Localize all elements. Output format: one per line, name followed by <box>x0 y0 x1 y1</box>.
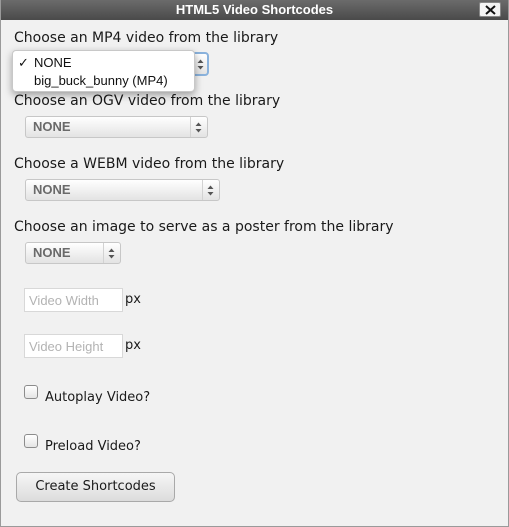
mp4-option-none[interactable]: NONE <box>34 55 72 70</box>
select-arrows-icon <box>190 117 207 137</box>
mp4-dropdown-menu: ✓ NONE big_buck_bunny (MP4) <box>12 50 195 92</box>
preload-checkbox[interactable] <box>24 434 38 448</box>
webm-label: Choose a WEBM video from the library <box>14 156 285 172</box>
mp4-label: Choose an MP4 video from the library <box>14 30 279 46</box>
close-icon <box>485 5 496 15</box>
poster-select-value: NONE <box>33 245 71 260</box>
preload-label: Preload Video? <box>45 439 141 454</box>
select-arrows-icon <box>202 180 219 200</box>
width-unit-label: px <box>125 292 141 307</box>
webm-select[interactable]: NONE <box>25 179 220 201</box>
select-arrows-icon <box>197 59 204 70</box>
create-shortcodes-button[interactable]: Create Shortcodes <box>16 472 175 502</box>
webm-select-value: NONE <box>33 182 71 197</box>
video-width-input[interactable] <box>24 288 123 312</box>
dialog-window: HTML5 Video Shortcodes Choose an MP4 vid… <box>0 0 509 527</box>
close-button[interactable] <box>479 2 501 17</box>
poster-select[interactable]: NONE <box>25 242 121 264</box>
autoplay-label: Autoplay Video? <box>45 390 151 405</box>
autoplay-checkbox[interactable] <box>24 385 38 399</box>
ogv-select-value: NONE <box>33 119 71 134</box>
height-unit-label: px <box>125 338 141 353</box>
ogv-label: Choose an OGV video from the library <box>14 93 281 109</box>
video-height-input[interactable] <box>24 334 123 358</box>
title-bar: HTML5 Video Shortcodes <box>1 0 508 20</box>
select-arrows-icon <box>103 243 120 263</box>
poster-label: Choose an image to serve as a poster fro… <box>14 219 394 235</box>
mp4-option-big-buck-bunny[interactable]: big_buck_bunny (MP4) <box>34 73 168 88</box>
dialog-title: HTML5 Video Shortcodes <box>175 2 334 17</box>
dropdown-checkmark-icon: ✓ <box>18 55 29 70</box>
ogv-select[interactable]: NONE <box>25 116 208 138</box>
